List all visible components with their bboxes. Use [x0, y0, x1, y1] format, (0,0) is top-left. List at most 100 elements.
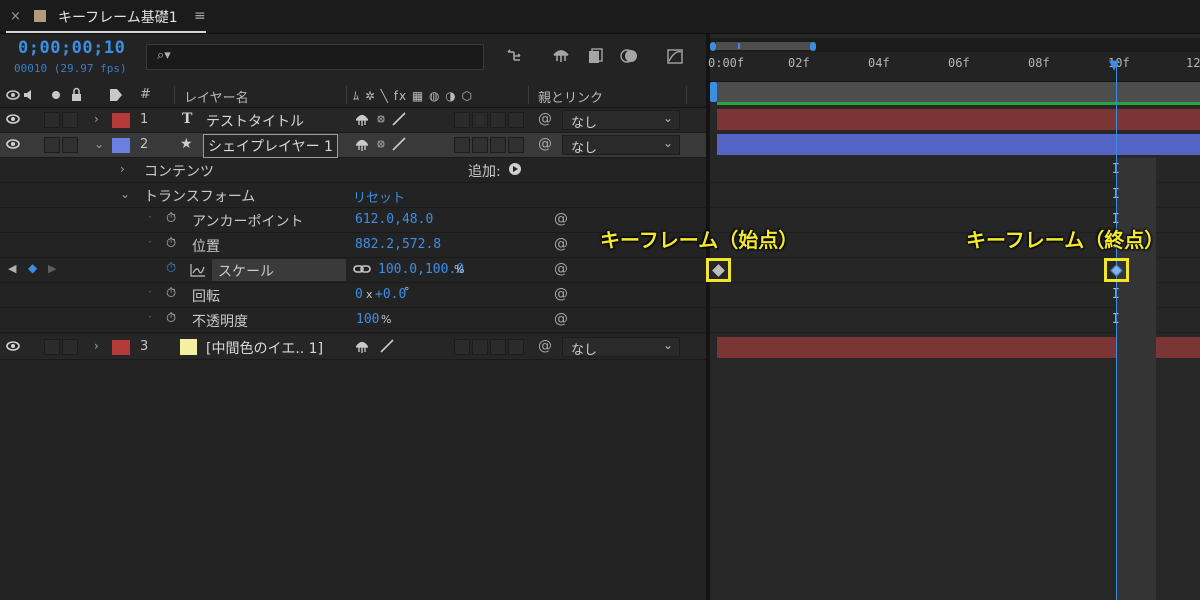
- layer-row[interactable]: ⌄ 2 ★ シェイプレイヤー 1 @ なし ⌄: [0, 133, 706, 158]
- layer-switches[interactable]: [355, 136, 415, 156]
- rotation-degrees-value[interactable]: +0.0: [375, 287, 406, 302]
- switch-cell[interactable]: [454, 112, 470, 128]
- switch-cell[interactable]: [490, 112, 506, 128]
- pick-whip-icon[interactable]: @: [538, 338, 552, 354]
- label-color-swatch[interactable]: [112, 138, 130, 153]
- twirl-arrow-icon[interactable]: ›: [94, 339, 99, 353]
- layer-duration-bar[interactable]: [717, 109, 1200, 130]
- navigator-end-handle[interactable]: [810, 42, 816, 51]
- keyframe-start[interactable]: [712, 264, 725, 277]
- reset-link[interactable]: リセット: [353, 187, 405, 206]
- switch-cell[interactable]: [490, 137, 506, 153]
- constrain-proportions-link-icon[interactable]: [353, 263, 371, 279]
- switch-cell[interactable]: [472, 112, 488, 128]
- close-icon[interactable]: ×: [10, 9, 21, 24]
- audio-switch[interactable]: [44, 137, 60, 153]
- switch-cell[interactable]: [454, 137, 470, 153]
- switch-cell[interactable]: [490, 339, 506, 355]
- switch-cell[interactable]: [454, 339, 470, 355]
- visibility-eye-icon[interactable]: [6, 113, 20, 128]
- scale-value[interactable]: 100.0,100.0: [378, 262, 464, 277]
- position-value[interactable]: 882.2,572.8: [355, 237, 441, 252]
- frame-blending-icon[interactable]: [584, 46, 606, 68]
- search-input[interactable]: ⌕▾: [146, 44, 484, 70]
- layer-name-column-header[interactable]: レイヤー名: [184, 87, 249, 106]
- audio-switch[interactable]: [44, 339, 60, 355]
- rotation-revolutions-value[interactable]: 0: [355, 287, 363, 302]
- switch-cell[interactable]: [508, 112, 524, 128]
- property-row[interactable]: · ⏱ 回転 0 x +0.0 ° @: [0, 283, 706, 308]
- pick-whip-icon[interactable]: @: [554, 261, 568, 277]
- graph-icon[interactable]: [190, 263, 206, 281]
- twirl-arrow-icon[interactable]: ⌄: [94, 137, 104, 151]
- pick-whip-icon[interactable]: @: [538, 111, 552, 127]
- prev-keyframe-icon[interactable]: ◀: [8, 262, 16, 275]
- switch-cell[interactable]: [472, 137, 488, 153]
- visibility-eye-icon[interactable]: [6, 340, 20, 355]
- layer-row[interactable]: › 3 [中間色のイエ.. 1] @ なし ⌄: [0, 335, 706, 360]
- parent-dropdown[interactable]: なし ⌄: [562, 110, 680, 131]
- opacity-value[interactable]: 100: [356, 312, 379, 327]
- av-switches-header[interactable]: [6, 87, 84, 107]
- navigator-start-handle[interactable]: [710, 42, 716, 51]
- twirl-arrow-icon[interactable]: ⌄: [120, 187, 130, 201]
- anchor-point-value[interactable]: 612.0,48.0: [355, 212, 433, 227]
- solo-switch[interactable]: [62, 137, 78, 153]
- parent-column-header[interactable]: 親とリンク: [538, 87, 603, 106]
- switch-cell[interactable]: [508, 339, 524, 355]
- switch-cell[interactable]: [508, 137, 524, 153]
- visibility-eye-icon[interactable]: [6, 138, 20, 153]
- graph-editor-icon[interactable]: [664, 46, 686, 68]
- work-area-start-handle[interactable]: [710, 82, 717, 102]
- stopwatch-icon[interactable]: ⏱: [166, 211, 176, 226]
- panel-menu-icon[interactable]: ≡: [194, 8, 206, 24]
- time-navigator-bar[interactable]: [716, 42, 812, 50]
- add-play-icon[interactable]: [508, 162, 522, 180]
- tab-title[interactable]: キーフレーム基礎1: [58, 7, 178, 27]
- pick-whip-icon[interactable]: @: [554, 236, 568, 252]
- layer-switches[interactable]: [355, 111, 415, 131]
- current-time-indicator-head[interactable]: ▼: [1109, 58, 1119, 73]
- layer-name[interactable]: [中間色のイエ.. 1]: [206, 338, 323, 358]
- solo-switch[interactable]: [62, 339, 78, 355]
- stopwatch-icon[interactable]: ⏱: [166, 286, 176, 301]
- stopwatch-icon[interactable]: ⏱: [166, 311, 176, 326]
- time-ruler[interactable]: 0:00f 02f 04f 06f 08f 10f 12: [708, 52, 1200, 82]
- keyframe-end[interactable]: [1110, 264, 1123, 277]
- current-time-display[interactable]: 0;00;00;10: [18, 38, 125, 58]
- label-color-swatch[interactable]: [112, 340, 130, 355]
- layer-name-field[interactable]: シェイプレイヤー 1: [203, 134, 338, 158]
- parent-dropdown[interactable]: なし ⌄: [562, 337, 680, 358]
- layer-name[interactable]: テストタイトル: [206, 111, 304, 131]
- pick-whip-icon[interactable]: @: [554, 211, 568, 227]
- composition-tab[interactable]: × キーフレーム基礎1 ≡: [0, 0, 210, 34]
- current-time-indicator[interactable]: [1116, 60, 1117, 600]
- motion-blur-icon[interactable]: [618, 46, 640, 68]
- draft-3d-icon[interactable]: [550, 46, 572, 68]
- property-row[interactable]: · ⏱ 不透明度 100 % @: [0, 308, 706, 333]
- add-keyframe-diamond-icon[interactable]: ◆: [28, 261, 37, 275]
- layer-switches[interactable]: [355, 338, 415, 358]
- flowchart-icon[interactable]: [504, 46, 526, 68]
- property-group-row[interactable]: ⌄ トランスフォーム リセット: [0, 183, 706, 208]
- solo-switch[interactable]: [62, 112, 78, 128]
- next-keyframe-icon[interactable]: ▶: [48, 262, 56, 275]
- switch-cell[interactable]: [472, 339, 488, 355]
- parent-dropdown[interactable]: なし ⌄: [562, 135, 680, 156]
- pick-whip-icon[interactable]: @: [538, 136, 552, 152]
- twirl-arrow-icon[interactable]: ›: [94, 112, 99, 126]
- stopwatch-active-icon[interactable]: ⏱: [166, 261, 176, 276]
- layer-duration-bar[interactable]: [717, 134, 1200, 155]
- pick-whip-icon[interactable]: @: [554, 311, 568, 327]
- twirl-arrow-icon[interactable]: ›: [120, 162, 125, 176]
- label-column-icon[interactable]: [108, 87, 124, 107]
- pick-whip-icon[interactable]: @: [554, 286, 568, 302]
- property-group-row[interactable]: › コンテンツ 追加:: [0, 158, 706, 183]
- property-row[interactable]: ◀ ◆ ▶ ⏱ スケール 100.0,100.0 % @: [0, 258, 706, 283]
- work-area-bar[interactable]: [717, 82, 1200, 104]
- stopwatch-icon[interactable]: ⏱: [166, 236, 176, 251]
- label-color-swatch[interactable]: [112, 113, 130, 128]
- audio-switch[interactable]: [44, 112, 60, 128]
- switches-column-header[interactable]: ﾑ ✲ ╲ fx ▦ ◍ ◑ ⬡: [353, 87, 473, 104]
- layer-row[interactable]: › 1 T テストタイトル @ なし ⌄: [0, 108, 706, 133]
